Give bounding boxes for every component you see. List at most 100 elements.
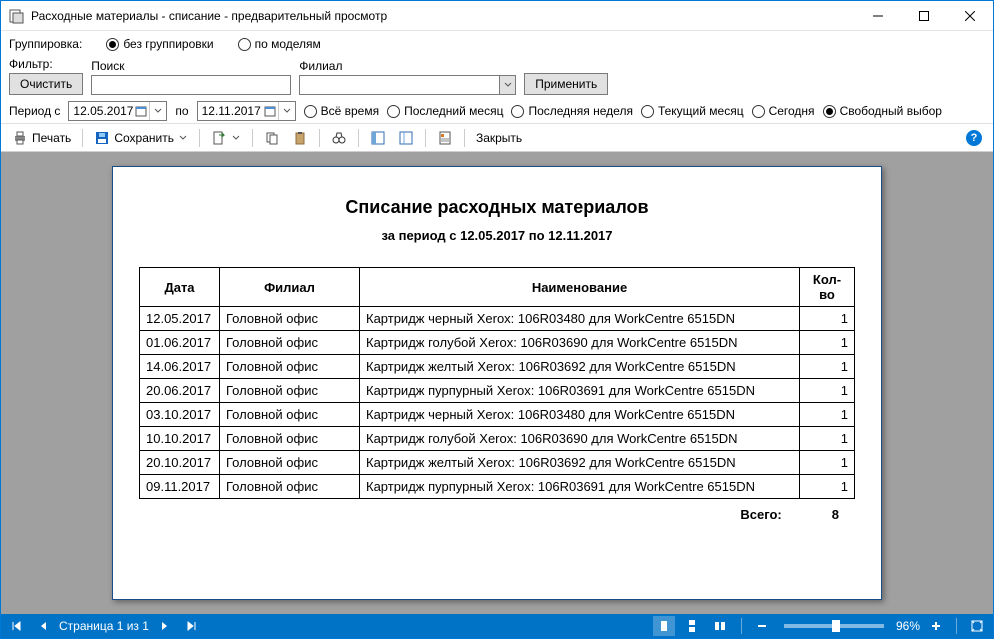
paste-button[interactable]: [287, 127, 313, 149]
help-button[interactable]: ?: [961, 127, 987, 149]
branch-combo[interactable]: [299, 75, 516, 95]
cell-name: Картридж голубой Xerox: 106R03690 для Wo…: [360, 427, 800, 451]
first-page-button[interactable]: [7, 616, 27, 636]
cell-date: 01.06.2017: [140, 331, 220, 355]
save-button[interactable]: Сохранить: [89, 127, 193, 149]
radio-today[interactable]: Сегодня: [752, 104, 815, 118]
radio-last-month[interactable]: Последний месяц: [387, 104, 503, 118]
cell-branch: Головной офис: [220, 427, 360, 451]
statusbar: Страница 1 из 1 96%: [1, 614, 993, 638]
print-button[interactable]: Печать: [7, 127, 76, 149]
period-from-label: Период с: [9, 104, 60, 118]
cell-name: Картридж пурпурный Xerox: 106R03691 для …: [360, 379, 800, 403]
cell-date: 09.11.2017: [140, 475, 220, 499]
filter-label: Фильтр:: [9, 57, 83, 71]
cell-branch: Головной офис: [220, 451, 360, 475]
radio-current-month[interactable]: Текущий месяц: [641, 104, 744, 118]
col-name: Наименование: [360, 268, 800, 307]
date-from-value: 12.05.2017: [69, 102, 133, 120]
radio-by-models-label: по моделям: [255, 37, 321, 51]
zoom-fit-button[interactable]: [967, 616, 987, 636]
date-to[interactable]: 12.11.2017: [197, 101, 296, 121]
continuous-view[interactable]: [681, 616, 703, 636]
zoom-thumb[interactable]: [832, 620, 840, 632]
search-input[interactable]: [91, 75, 291, 95]
multi-page-view[interactable]: [709, 616, 731, 636]
last-page-button[interactable]: [181, 616, 201, 636]
col-qty: Кол-во: [800, 268, 855, 307]
date-from[interactable]: 12.05.2017: [68, 101, 167, 121]
chevron-down-icon[interactable]: [150, 102, 166, 120]
cell-branch: Головной офис: [220, 379, 360, 403]
zoom-in-button[interactable]: [926, 616, 946, 636]
cell-name: Картридж черный Xerox: 106R03480 для Wor…: [360, 307, 800, 331]
app-icon: [9, 8, 25, 24]
radio-last-week[interactable]: Последняя неделя: [511, 104, 632, 118]
chevron-down-icon[interactable]: [279, 102, 295, 120]
cell-date: 20.06.2017: [140, 379, 220, 403]
printer-icon: [12, 130, 28, 146]
clipboard-icon: [292, 130, 308, 146]
diskette-icon: [94, 130, 110, 146]
cell-date: 10.10.2017: [140, 427, 220, 451]
thumbnails-button[interactable]: [393, 127, 419, 149]
clear-button[interactable]: Очистить: [9, 73, 83, 95]
zoom-out-button[interactable]: [752, 616, 772, 636]
cell-qty: 1: [800, 379, 855, 403]
cell-date: 12.05.2017: [140, 307, 220, 331]
branch-input[interactable]: [299, 75, 499, 95]
minimize-button[interactable]: [855, 1, 901, 31]
close-preview-button[interactable]: Закрыть: [471, 127, 527, 149]
zoom-slider[interactable]: [784, 624, 884, 628]
cell-branch: Головной офис: [220, 403, 360, 427]
outline-button[interactable]: [365, 127, 391, 149]
table-row: 20.06.2017Головной офисКартридж пурпурны…: [140, 379, 855, 403]
save-label: Сохранить: [114, 131, 174, 145]
calendar-icon[interactable]: [133, 102, 150, 120]
table-row: 14.06.2017Головной офисКартридж желтый X…: [140, 355, 855, 379]
total-label: Всего:: [740, 507, 781, 522]
radio-all-time[interactable]: Всё время: [304, 104, 379, 118]
cell-name: Картридж пурпурный Xerox: 106R03691 для …: [360, 475, 800, 499]
options-panel: Группировка: без группировки по моделям …: [1, 31, 993, 124]
period-to-label: по: [175, 104, 188, 118]
cell-qty: 1: [800, 427, 855, 451]
binoculars-icon: [331, 130, 347, 146]
help-icon: ?: [966, 130, 982, 146]
calendar-icon[interactable]: [262, 102, 279, 120]
grouping-label: Группировка:: [9, 37, 82, 51]
report-page: Списание расходных материалов за период …: [112, 166, 882, 600]
maximize-button[interactable]: [901, 1, 947, 31]
cell-name: Картридж желтый Xerox: 106R03692 для Wor…: [360, 355, 800, 379]
page-indicator: Страница 1 из 1: [59, 619, 149, 633]
next-page-button[interactable]: [155, 616, 175, 636]
page-setup-icon: [437, 130, 453, 146]
radio-free-choice[interactable]: Свободный выбор: [823, 104, 942, 118]
export-button[interactable]: [206, 127, 246, 149]
chevron-down-icon[interactable]: [231, 134, 241, 142]
single-page-view[interactable]: [653, 616, 675, 636]
chevron-down-icon[interactable]: [178, 134, 188, 142]
cell-name: Картридж голубой Xerox: 106R03690 для Wo…: [360, 331, 800, 355]
branch-dropdown-icon[interactable]: [499, 75, 516, 95]
cell-date: 20.10.2017: [140, 451, 220, 475]
copy-button[interactable]: [259, 127, 285, 149]
close-button[interactable]: [947, 1, 993, 31]
table-row: 10.10.2017Головной офисКартридж голубой …: [140, 427, 855, 451]
radio-by-models[interactable]: по моделям: [238, 37, 321, 51]
apply-button[interactable]: Применить: [524, 73, 608, 95]
radio-no-grouping-label: без группировки: [123, 37, 213, 51]
radio-no-grouping[interactable]: без группировки: [106, 37, 213, 51]
table-row: 20.10.2017Головной офисКартридж желтый X…: [140, 451, 855, 475]
branch-label: Филиал: [299, 59, 516, 73]
prev-page-button[interactable]: [33, 616, 53, 636]
report-title: Списание расходных материалов: [139, 197, 855, 218]
cell-branch: Головной офис: [220, 475, 360, 499]
cell-qty: 1: [800, 355, 855, 379]
find-button[interactable]: [326, 127, 352, 149]
toolbar: Печать Сохранить: [1, 124, 993, 152]
page-setup-button[interactable]: [432, 127, 458, 149]
table-row: 12.05.2017Головной офисКартридж черный X…: [140, 307, 855, 331]
export-icon: [211, 130, 227, 146]
cell-qty: 1: [800, 403, 855, 427]
